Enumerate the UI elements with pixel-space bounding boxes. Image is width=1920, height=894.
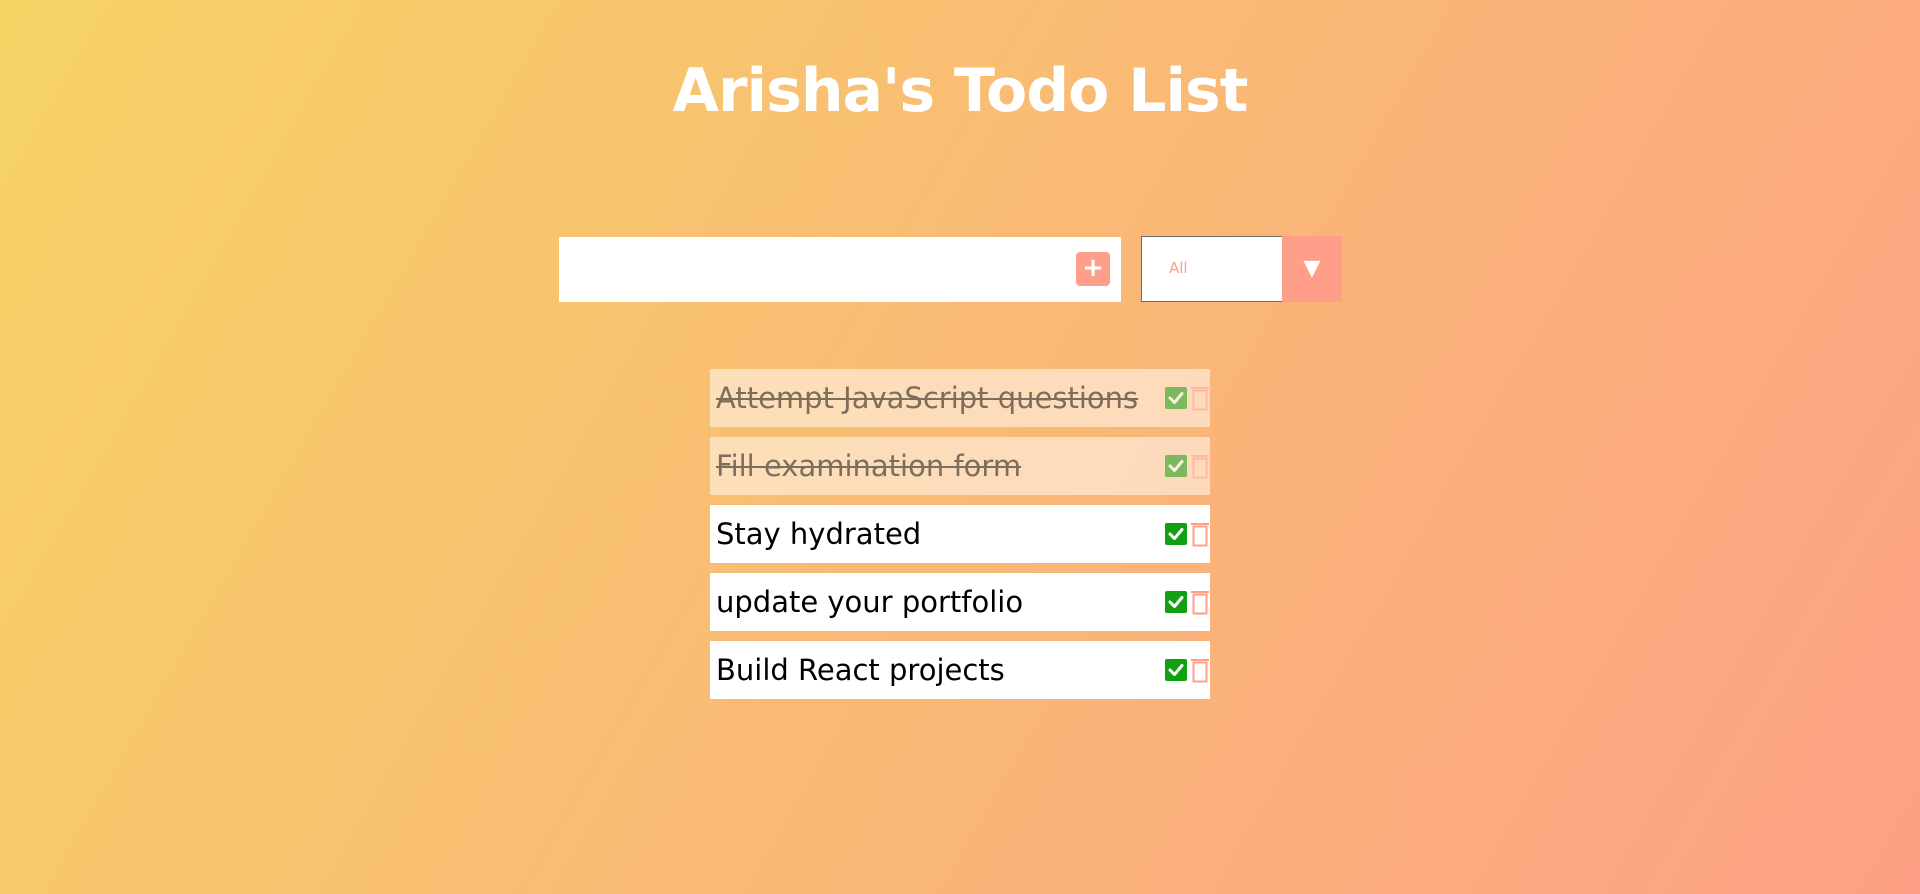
complete-button[interactable] bbox=[1165, 659, 1187, 681]
add-button[interactable]: + bbox=[1076, 252, 1110, 286]
trash-icon bbox=[1191, 387, 1209, 411]
trash-icon bbox=[1191, 659, 1209, 683]
complete-button[interactable] bbox=[1165, 455, 1187, 477]
delete-button[interactable] bbox=[1190, 521, 1210, 547]
check-square-icon bbox=[1168, 392, 1184, 404]
filter-dropdown-toggle[interactable]: ▼ bbox=[1282, 236, 1342, 302]
caret-down-icon: ▼ bbox=[1303, 256, 1321, 281]
complete-button[interactable] bbox=[1165, 387, 1187, 409]
delete-button[interactable] bbox=[1190, 385, 1210, 411]
todo-text: Attempt JavaScript questions bbox=[716, 381, 1139, 415]
trash-icon bbox=[1191, 455, 1209, 479]
check-square-icon bbox=[1168, 596, 1184, 608]
plus-icon: + bbox=[1082, 253, 1104, 283]
complete-button[interactable] bbox=[1165, 591, 1187, 613]
check-square-icon bbox=[1168, 528, 1184, 540]
filter-selected-value: All bbox=[1169, 259, 1188, 277]
todo-input[interactable] bbox=[559, 237, 1059, 302]
add-todo-form: + bbox=[559, 237, 1121, 302]
page-title: Arisha's Todo List bbox=[672, 56, 1249, 126]
todo-text: update your portfolio bbox=[716, 585, 1024, 619]
todo-item: Attempt JavaScript questions bbox=[710, 369, 1210, 427]
filter-select[interactable]: All ▼ bbox=[1141, 236, 1342, 302]
trash-icon bbox=[1191, 523, 1209, 547]
todo-item: Build React projects bbox=[710, 641, 1210, 699]
todo-item: update your portfolio bbox=[710, 573, 1210, 631]
check-square-icon bbox=[1168, 664, 1184, 676]
todo-item: Stay hydrated bbox=[710, 505, 1210, 563]
todo-text: Build React projects bbox=[716, 653, 1005, 687]
todo-text: Fill examination form bbox=[716, 449, 1022, 483]
delete-button[interactable] bbox=[1190, 453, 1210, 479]
todo-list: Attempt JavaScript questions Fill examin… bbox=[710, 369, 1210, 709]
todo-item: Fill examination form bbox=[710, 437, 1210, 495]
delete-button[interactable] bbox=[1190, 589, 1210, 615]
trash-icon bbox=[1191, 591, 1209, 615]
check-square-icon bbox=[1168, 460, 1184, 472]
complete-button[interactable] bbox=[1165, 523, 1187, 545]
todo-text: Stay hydrated bbox=[716, 517, 922, 551]
delete-button[interactable] bbox=[1190, 657, 1210, 683]
